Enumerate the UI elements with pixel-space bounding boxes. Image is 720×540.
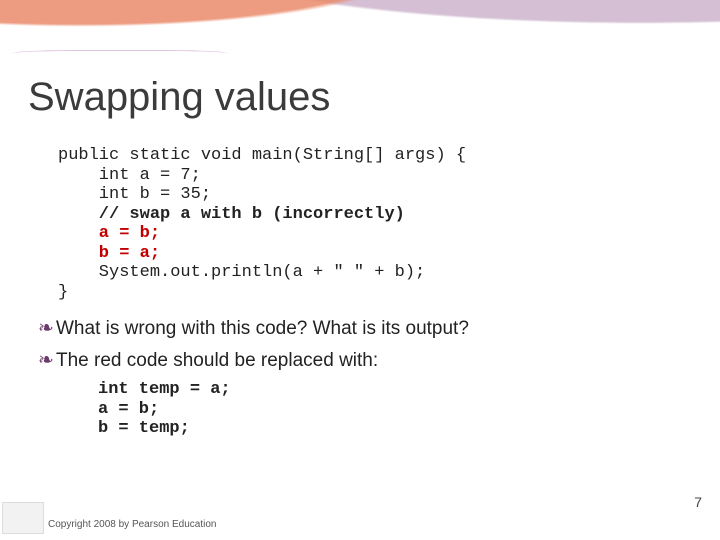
page-title: Swapping values	[28, 75, 330, 120]
code-block-fix: int temp = a;a = b;b = temp;	[98, 380, 680, 439]
code-line: }	[58, 283, 680, 303]
code-line: int temp = a;	[98, 380, 680, 400]
code-line: public static void main(String[] args) {	[58, 146, 680, 166]
code-line-highlight: b = a;	[58, 244, 680, 264]
decorative-ribbon	[0, 0, 720, 62]
bullet-text: What is wrong with this code? What is it…	[56, 318, 469, 339]
thumbnail-placeholder	[2, 502, 44, 534]
code-line: System.out.println(a + " " + b);	[58, 263, 680, 283]
slide: Swapping values public static void main(…	[0, 0, 720, 540]
code-line: b = temp;	[98, 419, 680, 439]
decorative-ribbon	[12, 50, 228, 57]
bullet-item: ❧The red code should be replaced with:	[40, 350, 680, 372]
bullet-text: The red code should be replaced with:	[56, 350, 378, 371]
decorative-ribbon	[0, 0, 720, 70]
code-block-main: public static void main(String[] args) {…	[58, 146, 680, 302]
bullet-list: ❧What is wrong with this code? What is i…	[40, 318, 680, 372]
code-comment: // swap a with b (incorrectly)	[58, 205, 680, 225]
bullet-item: ❧What is wrong with this code? What is i…	[40, 318, 680, 340]
code-line: int a = 7;	[58, 166, 680, 186]
copyright-text: Copyright 2008 by Pearson Education	[48, 519, 216, 530]
bullet-icon: ❧	[38, 318, 56, 340]
code-line-highlight: a = b;	[58, 224, 680, 244]
slide-body: public static void main(String[] args) {…	[58, 146, 680, 439]
code-line: int b = 35;	[58, 185, 680, 205]
code-line: a = b;	[98, 400, 680, 420]
bullet-icon: ❧	[38, 350, 56, 372]
page-number: 7	[694, 494, 702, 510]
